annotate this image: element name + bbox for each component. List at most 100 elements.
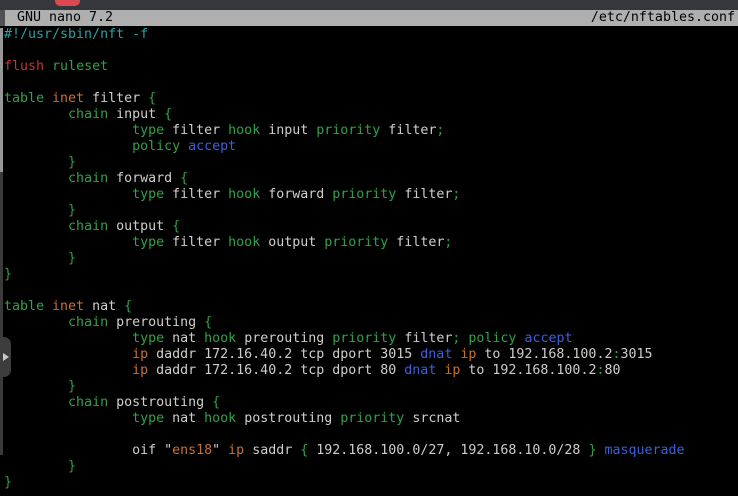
code-line: oif "ens18" ip saddr { 192.168.100.0/27,… <box>4 443 738 459</box>
code-token: ; <box>436 123 444 138</box>
code-token <box>4 155 68 170</box>
code-line: } <box>4 459 738 475</box>
window-top-strip <box>0 0 738 10</box>
code-token <box>4 251 68 266</box>
code-token <box>4 411 132 426</box>
code-line: type filter hook forward priority filter… <box>4 187 738 203</box>
code-token: prerouting <box>236 331 332 346</box>
code-token: hook <box>204 331 236 346</box>
code-line: chain output { <box>4 219 738 235</box>
code-token: ; <box>444 235 452 250</box>
code-token: hook <box>228 235 260 250</box>
code-token: 80 <box>604 363 620 378</box>
code-token: saddr <box>244 443 300 458</box>
code-line <box>4 427 738 443</box>
code-token: ruleset <box>52 59 108 74</box>
code-token: table <box>4 299 44 314</box>
code-token: { <box>124 299 132 314</box>
code-line: table inet nat { <box>4 299 738 315</box>
code-token <box>4 203 68 218</box>
nano-titlebar: GNU nano 7.2 /etc/nftables.conf <box>0 10 738 26</box>
scrollbar-track <box>0 172 3 455</box>
code-token: hook <box>228 123 260 138</box>
code-line: type filter hook input priority filter; <box>4 123 738 139</box>
code-token: #!/usr/sbin/nft -f <box>4 27 148 42</box>
code-line: } <box>4 155 738 171</box>
code-token: srcnat <box>404 411 460 426</box>
code-line: } <box>4 267 738 283</box>
code-token: ip <box>228 443 244 458</box>
code-token: { <box>172 219 180 234</box>
code-token: accept <box>524 331 572 346</box>
code-token <box>4 363 132 378</box>
code-token: priority <box>316 123 380 138</box>
code-token: filter <box>164 187 228 202</box>
code-token: ip <box>132 363 148 378</box>
code-token: priority <box>332 187 396 202</box>
code-token <box>4 187 132 202</box>
code-line: } <box>4 379 738 395</box>
code-token: { <box>212 395 220 410</box>
code-token: type <box>132 331 164 346</box>
left-scrollbar[interactable] <box>0 28 3 496</box>
code-token: filter <box>388 235 444 250</box>
code-token <box>4 315 68 330</box>
code-line <box>4 283 738 299</box>
code-token: ; <box>452 187 460 202</box>
code-token: nat <box>84 299 124 314</box>
code-token: hook <box>204 411 236 426</box>
code-token: priority <box>324 235 388 250</box>
code-line: policy accept <box>4 139 738 155</box>
code-line: } <box>4 251 738 267</box>
code-token: chain <box>68 107 108 122</box>
code-token: ip <box>132 347 148 362</box>
code-token <box>180 139 188 154</box>
editor-text-area[interactable]: #!/usr/sbin/nft -f flush ruleset table i… <box>4 27 738 491</box>
sidebar-expand-handle[interactable] <box>0 337 11 377</box>
code-token: inet <box>52 91 84 106</box>
code-token: filter <box>396 187 452 202</box>
code-token: type <box>132 187 164 202</box>
code-token <box>4 219 68 234</box>
code-token: filter <box>84 91 148 106</box>
code-token: type <box>132 123 164 138</box>
code-token: prerouting <box>108 315 204 330</box>
code-token: } <box>68 155 76 170</box>
code-token: type <box>132 235 164 250</box>
code-token <box>4 139 132 154</box>
code-line: type nat hook prerouting priority filter… <box>4 331 738 347</box>
code-token: filter <box>164 235 228 250</box>
code-token: ens18 <box>172 443 212 458</box>
code-line: ip daddr 172.16.40.2 tcp dport 80 dnat i… <box>4 363 738 379</box>
code-token: inet <box>52 299 84 314</box>
code-token: ip <box>444 363 460 378</box>
code-token: } <box>68 379 76 394</box>
code-token: forward <box>260 187 332 202</box>
code-token: 3015 <box>620 347 652 362</box>
code-token: filter <box>164 123 228 138</box>
code-token: nat <box>164 411 204 426</box>
code-token: } <box>68 459 76 474</box>
code-token: input <box>260 123 316 138</box>
code-token: chain <box>68 171 108 186</box>
code-token: postrouting <box>236 411 340 426</box>
code-token: flush <box>4 59 44 74</box>
code-token <box>44 299 52 314</box>
code-token <box>44 91 52 106</box>
code-token: { <box>204 315 212 330</box>
code-token: policy <box>132 139 180 154</box>
code-token: dnat <box>420 347 452 362</box>
code-token <box>4 171 68 186</box>
code-token: input <box>108 107 164 122</box>
code-token: { <box>164 107 172 122</box>
code-token: daddr 172.16.40.2 tcp dport 80 <box>148 363 404 378</box>
code-token: type <box>132 411 164 426</box>
code-token <box>4 235 132 250</box>
code-token: daddr 172.16.40.2 tcp dport 3015 <box>148 347 420 362</box>
code-token: dnat <box>404 363 436 378</box>
code-token: " <box>212 443 228 458</box>
scrollbar-thumb[interactable] <box>0 28 3 172</box>
code-token <box>4 107 68 122</box>
code-line: #!/usr/sbin/nft -f <box>4 27 738 43</box>
code-token <box>4 347 132 362</box>
